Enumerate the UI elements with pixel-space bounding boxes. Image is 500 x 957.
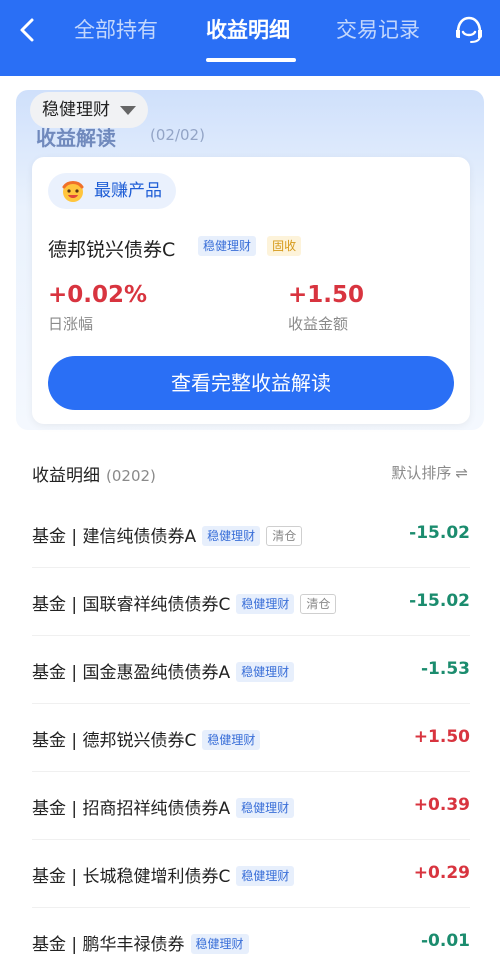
tag-stable: 稳健理财 <box>236 662 295 682</box>
income-amount: -1.53 <box>421 659 470 679</box>
back-arrow-icon[interactable] <box>12 14 44 46</box>
sort-selector[interactable]: 默认排序 ⇌ <box>391 462 468 483</box>
fund-name: 基金 | 国联睿祥纯债债券C 稳健理财 清仓 <box>32 590 337 615</box>
sort-label: 默认排序 <box>391 464 452 482</box>
best-product-card: 最赚产品 德邦锐兴债券C 稳健理财 固收 +0.02% 日涨幅 +1.50 收益… <box>32 157 470 424</box>
dropdown-triangle-icon <box>120 106 136 115</box>
view-full-interpretation-button[interactable]: 查看完整收益解读 <box>48 356 454 410</box>
tag-stable: 稳健理财 <box>198 236 257 256</box>
list-date: (0202) <box>106 467 156 485</box>
tab-all-holdings[interactable]: 全部持有 <box>74 14 158 44</box>
list-item[interactable]: 基金 | 国金惠盈纯债债券A 稳健理财 -1.53 <box>32 636 470 704</box>
daily-change-label: 日涨幅 <box>48 315 94 333</box>
summary-header-date: (02/02) <box>150 126 205 144</box>
daily-change-value: +0.02% <box>48 282 148 308</box>
fund-name-text: 基金 | 长城稳健增利债券C <box>32 867 231 887</box>
fund-name: 基金 | 德邦锐兴债券C 稳健理财 <box>32 726 261 751</box>
tag-stable: 稳健理财 <box>190 934 249 954</box>
fund-name: 基金 | 国金惠盈纯债债券A 稳健理财 <box>32 658 295 683</box>
fund-name-text: 基金 | 建信纯债债券A <box>32 527 197 547</box>
best-product-tags: 稳健理财 固收 <box>198 236 307 257</box>
best-product-name: 德邦锐兴债券C <box>48 239 176 261</box>
income-amount: -15.02 <box>409 523 470 543</box>
tag-stable: 稳健理财 <box>202 730 261 750</box>
tab-income-details[interactable]: 收益明细 <box>206 14 290 44</box>
tag-cleared: 清仓 <box>266 526 303 546</box>
tag-stable: 稳健理财 <box>236 866 295 886</box>
filter-label: 稳健理财 <box>42 100 110 120</box>
income-amount-label: 收益金额 <box>288 315 349 333</box>
tag-cleared: 清仓 <box>300 594 337 614</box>
active-tab-indicator <box>206 58 296 62</box>
fund-name-text: 基金 | 国联睿祥纯债债券C <box>32 595 231 615</box>
list-title-label: 收益明细 <box>32 466 100 486</box>
list-item[interactable]: 基金 | 长城稳健增利债券C 稳健理财 +0.29 <box>32 840 470 908</box>
list-item[interactable]: 基金 | 国联睿祥纯债债券C 稳健理财 清仓 -15.02 <box>32 568 470 636</box>
fund-name-text: 基金 | 招商招祥纯债债券A <box>32 799 231 819</box>
fund-name: 基金 | 长城稳健增利债券C 稳健理财 <box>32 862 295 887</box>
fund-name: 基金 | 招商招祥纯债债券A 稳健理财 <box>32 794 295 819</box>
tab-transaction-records[interactable]: 交易记录 <box>336 14 420 44</box>
fund-name-text: 基金 | 国金惠盈纯债债券A <box>32 663 231 683</box>
list-item[interactable]: 基金 | 德邦锐兴债券C 稳健理财 +1.50 <box>32 704 470 772</box>
income-amount: -15.02 <box>409 591 470 611</box>
fund-name: 基金 | 建信纯债债券A 稳健理财 清仓 <box>32 522 303 547</box>
income-details-title: 收益明细 (0202) <box>32 461 156 486</box>
fund-name: 基金 | 鹏华丰禄债券 稳健理财 <box>32 930 249 955</box>
list-item[interactable]: 基金 | 鹏华丰禄债券 稳健理财 -0.01 <box>32 908 470 957</box>
income-amount: -0.01 <box>421 931 470 951</box>
fund-name-text: 基金 | 德邦锐兴债券C <box>32 731 197 751</box>
list-item[interactable]: 基金 | 建信纯债债券A 稳健理财 清仓 -15.02 <box>32 500 470 568</box>
income-amount: +0.29 <box>413 863 470 883</box>
smiley-icon <box>62 181 84 202</box>
income-amount-value: +1.50 <box>288 282 365 308</box>
income-amount: +0.39 <box>413 795 470 815</box>
best-product-pill-label: 最赚产品 <box>94 181 162 201</box>
tag-stable: 稳健理财 <box>236 594 295 614</box>
list-item[interactable]: 基金 | 招商招祥纯债债券A 稳健理财 +0.39 <box>32 772 470 840</box>
best-product-pill: 最赚产品 <box>48 173 176 209</box>
sort-swap-icon: ⇌ <box>455 464 468 482</box>
product-filter-dropdown[interactable]: 稳健理财 <box>30 92 148 128</box>
customer-service-icon[interactable] <box>452 13 486 47</box>
fund-name-text: 基金 | 鹏华丰禄债券 <box>32 935 185 955</box>
tag-fixed-income: 固收 <box>267 236 302 256</box>
tag-stable: 稳健理财 <box>236 798 295 818</box>
top-nav-bar: 全部持有 收益明细 交易记录 <box>0 0 500 76</box>
income-amount: +1.50 <box>413 727 470 747</box>
tag-stable: 稳健理财 <box>202 526 261 546</box>
